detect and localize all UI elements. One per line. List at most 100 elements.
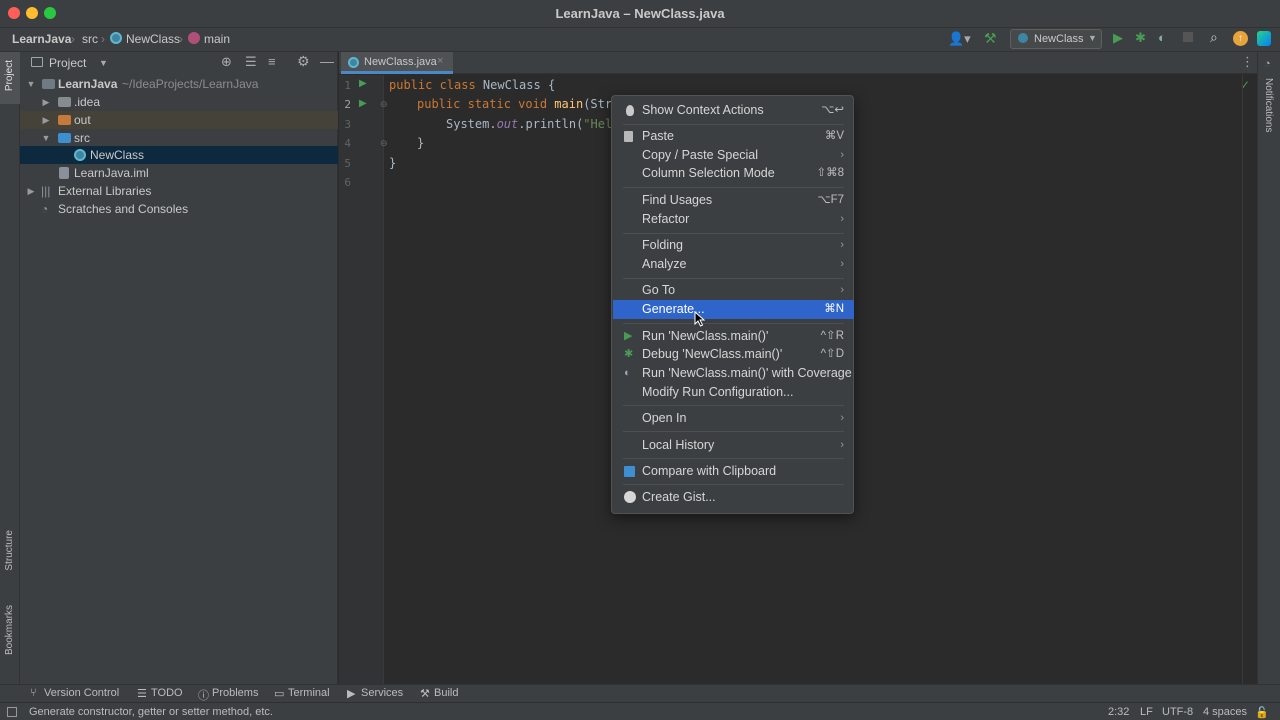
tree-item-project-root[interactable]: ▼ LearnJava ~/IdeaProjects/LearnJava: [20, 75, 338, 93]
menu-item-show-context-actions[interactable]: Show Context Actions ⌥↩: [613, 101, 854, 120]
structure-tool-label[interactable]: Structure: [4, 530, 15, 571]
editor-tab-label: NewClass.java: [364, 56, 437, 68]
menu-item-label: Analyze: [642, 257, 687, 271]
fold-icon[interactable]: ⊖: [380, 138, 388, 149]
menu-item-label: Local History: [642, 438, 715, 452]
line-separator[interactable]: LF: [1140, 706, 1153, 718]
tree-item-newclass[interactable]: NewClass: [20, 146, 338, 164]
menu-item-run-with-coverage[interactable]: ◐ Run 'NewClass.main()' with Coverage: [613, 364, 854, 383]
lock-icon[interactable]: 🔓: [1255, 706, 1269, 719]
menu-item-find-usages[interactable]: Find Usages ⌥F7: [613, 191, 854, 210]
source-folder-icon: [58, 133, 71, 143]
terminal-tool[interactable]: Terminal: [288, 687, 330, 699]
menu-item-debug-main[interactable]: ✱ Debug 'NewClass.main()' ^⇧D: [613, 345, 854, 364]
run-gutter-icon[interactable]: ▶: [359, 98, 367, 109]
debug-bug-icon[interactable]: ✱: [1135, 30, 1146, 46]
menu-item-open-in[interactable]: Open In ›: [613, 409, 854, 428]
menu-item-create-gist[interactable]: Create Gist...: [613, 488, 854, 507]
tree-item-idea[interactable]: ▶ .idea: [20, 93, 338, 111]
tree-item-label: LearnJava: [58, 77, 118, 91]
menu-item-folding[interactable]: Folding ›: [613, 236, 854, 255]
chevron-right-icon[interactable]: ▶: [41, 93, 51, 111]
right-margin-guide: [1242, 75, 1243, 684]
menu-item-compare-with-clipboard[interactable]: Compare with Clipboard: [613, 462, 854, 481]
project-view-title[interactable]: Project: [49, 56, 86, 70]
menu-item-refactor[interactable]: Refactor ›: [613, 210, 854, 229]
chevron-down-icon[interactable]: ▼: [26, 75, 36, 93]
stop-icon[interactable]: [1183, 32, 1193, 42]
more-vertical-icon[interactable]: ⋮: [1241, 54, 1254, 70]
chevron-right-icon[interactable]: ▶: [41, 111, 51, 129]
caret-position[interactable]: 2:32: [1108, 706, 1129, 718]
method-icon: [188, 32, 200, 44]
menu-item-run-main[interactable]: ▶ Run 'NewClass.main()' ^⇧R: [613, 327, 854, 346]
menu-item-analyze[interactable]: Analyze ›: [613, 255, 854, 274]
bookmarks-tool-label[interactable]: Bookmarks: [4, 605, 15, 655]
gear-icon[interactable]: ⚙: [297, 53, 310, 70]
file-encoding[interactable]: UTF-8: [1162, 706, 1193, 718]
notifications-bell-icon[interactable]: ◔: [1264, 58, 1271, 70]
notifications-tool-label[interactable]: Notifications: [1263, 78, 1274, 132]
code-line-5: }: [389, 156, 396, 170]
collapse-all-icon[interactable]: ≡: [268, 54, 276, 69]
expand-all-icon[interactable]: ☰: [245, 54, 257, 70]
build-tool[interactable]: Build: [434, 687, 458, 699]
breadcrumb-src[interactable]: src: [82, 32, 98, 46]
chevron-right-icon: ›: [840, 412, 844, 424]
problems-icon: ⓘ: [198, 690, 209, 702]
chevron-down-icon[interactable]: ▼: [99, 58, 108, 68]
chevron-down-icon[interactable]: ▼: [41, 129, 51, 147]
coverage-icon[interactable]: ◐: [1158, 30, 1166, 45]
tree-item-external-libraries[interactable]: ▶ ||| External Libraries: [20, 182, 338, 200]
menu-item-generate[interactable]: Generate... ⌘N: [613, 300, 854, 319]
todo-tool[interactable]: TODO: [151, 687, 183, 699]
run-gutter-icon[interactable]: ▶: [359, 78, 367, 89]
breadcrumb-method[interactable]: main: [204, 32, 230, 46]
indent-setting[interactable]: 4 spaces: [1203, 706, 1247, 718]
breadcrumb-project[interactable]: LearnJava: [12, 32, 71, 46]
search-icon[interactable]: ⌕: [1210, 29, 1218, 46]
breadcrumb-separator: ›: [101, 32, 105, 46]
status-message: Generate constructor, getter or setter m…: [29, 706, 273, 718]
class-icon: [1018, 33, 1028, 43]
menu-item-go-to[interactable]: Go To ›: [613, 281, 854, 300]
tree-item-out[interactable]: ▶ out: [20, 111, 338, 129]
menu-item-copy-paste-special[interactable]: Copy / Paste Special ›: [613, 146, 854, 165]
menu-item-shortcut: ⌥↩: [821, 104, 844, 116]
close-icon[interactable]: ×: [437, 55, 443, 67]
version-control-tool[interactable]: Version Control: [44, 687, 119, 699]
update-icon[interactable]: ↑: [1233, 31, 1248, 46]
project-view-icon: [31, 57, 43, 67]
run-icon[interactable]: ▶: [1113, 30, 1123, 46]
code-line-2: public static void main(Str: [417, 97, 612, 111]
tree-item-scratches[interactable]: ◔ Scratches and Consoles: [20, 200, 338, 218]
navigation-bar: LearnJava › src › NewClass › main 👤▾ ⚒ N…: [0, 28, 1280, 52]
toolbox-logo-icon[interactable]: [1257, 31, 1271, 46]
locate-target-icon[interactable]: ⊕: [221, 54, 232, 70]
folder-icon: [58, 97, 71, 107]
problems-tool[interactable]: Problems: [212, 687, 258, 699]
editor-tab-newclass[interactable]: NewClass.java ×: [341, 52, 453, 74]
menu-item-column-selection-mode[interactable]: Column Selection Mode ⇧⌘8: [613, 164, 854, 183]
menu-separator: [623, 187, 844, 188]
menu-item-local-history[interactable]: Local History ›: [613, 436, 854, 455]
breadcrumb-class[interactable]: NewClass: [126, 32, 180, 46]
fold-icon[interactable]: ⊖: [380, 99, 388, 110]
menu-item-label: Modify Run Configuration...: [642, 385, 794, 399]
run-configuration-label: NewClass: [1034, 33, 1084, 45]
project-tool-label[interactable]: Project: [4, 60, 15, 91]
line-number: 1: [344, 79, 351, 92]
menu-item-modify-run-configuration[interactable]: Modify Run Configuration...: [613, 383, 854, 402]
run-configuration-select[interactable]: NewClass ▼: [1010, 29, 1102, 49]
menu-item-paste[interactable]: Paste ⌘V: [613, 127, 854, 146]
services-tool[interactable]: Services: [361, 687, 403, 699]
menu-item-label: Refactor: [642, 212, 690, 226]
account-icon[interactable]: 👤▾: [948, 31, 971, 47]
menu-item-label: Create Gist...: [642, 490, 716, 504]
tree-item-iml[interactable]: LearnJava.iml: [20, 164, 338, 182]
tool-windows-toggle-icon[interactable]: [7, 707, 17, 717]
chevron-right-icon[interactable]: ▶: [26, 182, 36, 200]
hide-panel-icon[interactable]: —: [320, 53, 334, 69]
build-hammer-icon[interactable]: ⚒: [984, 30, 997, 47]
tree-item-src[interactable]: ▼ src: [20, 129, 338, 147]
